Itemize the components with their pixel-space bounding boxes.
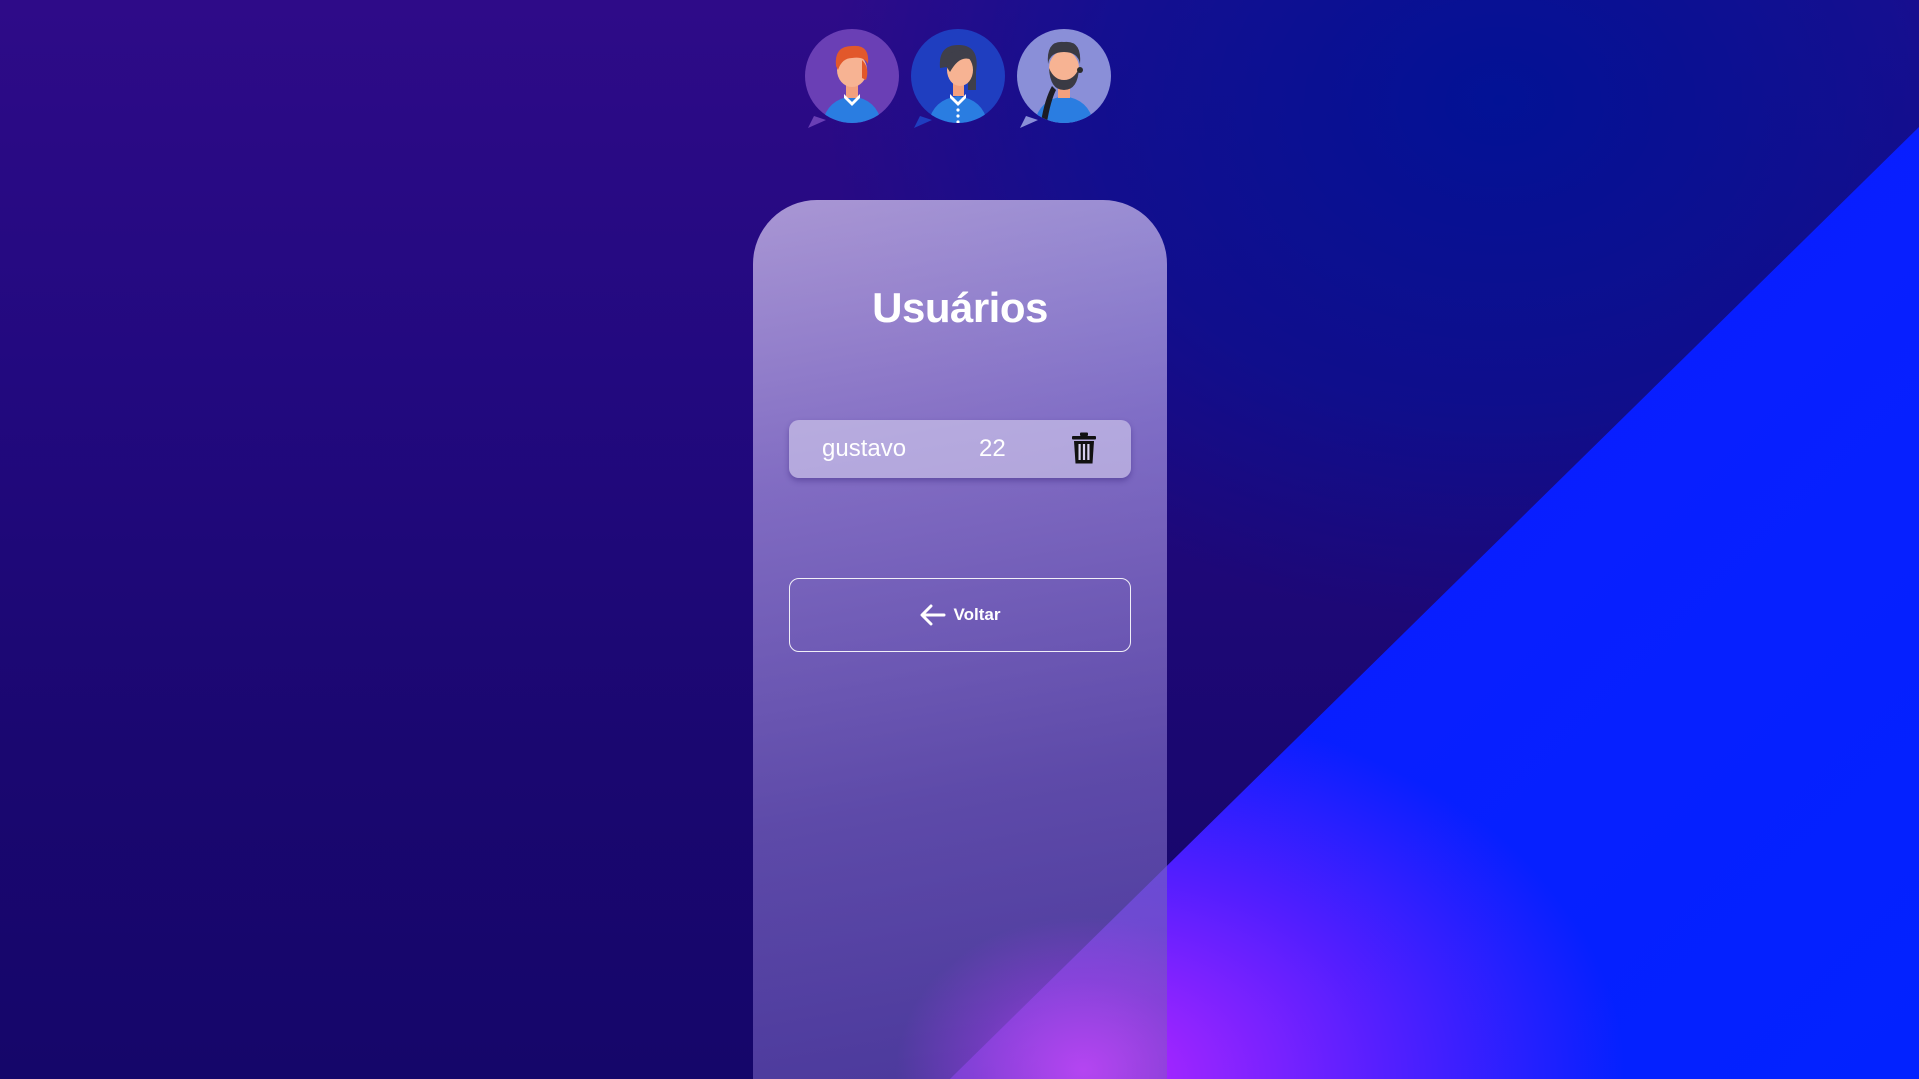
user-avatar-icon [1017, 29, 1111, 128]
user-avatar-icon [911, 29, 1005, 128]
user-list-item: gustavo 22 [789, 420, 1131, 478]
avatar-redhead-man [804, 28, 900, 128]
arrow-left-icon [920, 604, 946, 626]
back-button-label: Voltar [953, 605, 1001, 624]
avatar-bearded-man [1016, 28, 1112, 128]
back-button[interactable]: Voltar [789, 578, 1131, 652]
user-avatar-icon [805, 29, 899, 128]
page-title: Usuários [872, 284, 1048, 331]
trash-icon [1072, 432, 1096, 464]
delete-user-button[interactable] [1071, 432, 1097, 464]
avatar-woman [910, 28, 1006, 128]
avatar-group [804, 28, 1112, 128]
users-card: Usuários gustavo 22 Voltar [753, 200, 1167, 1079]
user-age: 22 [979, 435, 1006, 462]
user-name: gustavo [822, 435, 907, 462]
